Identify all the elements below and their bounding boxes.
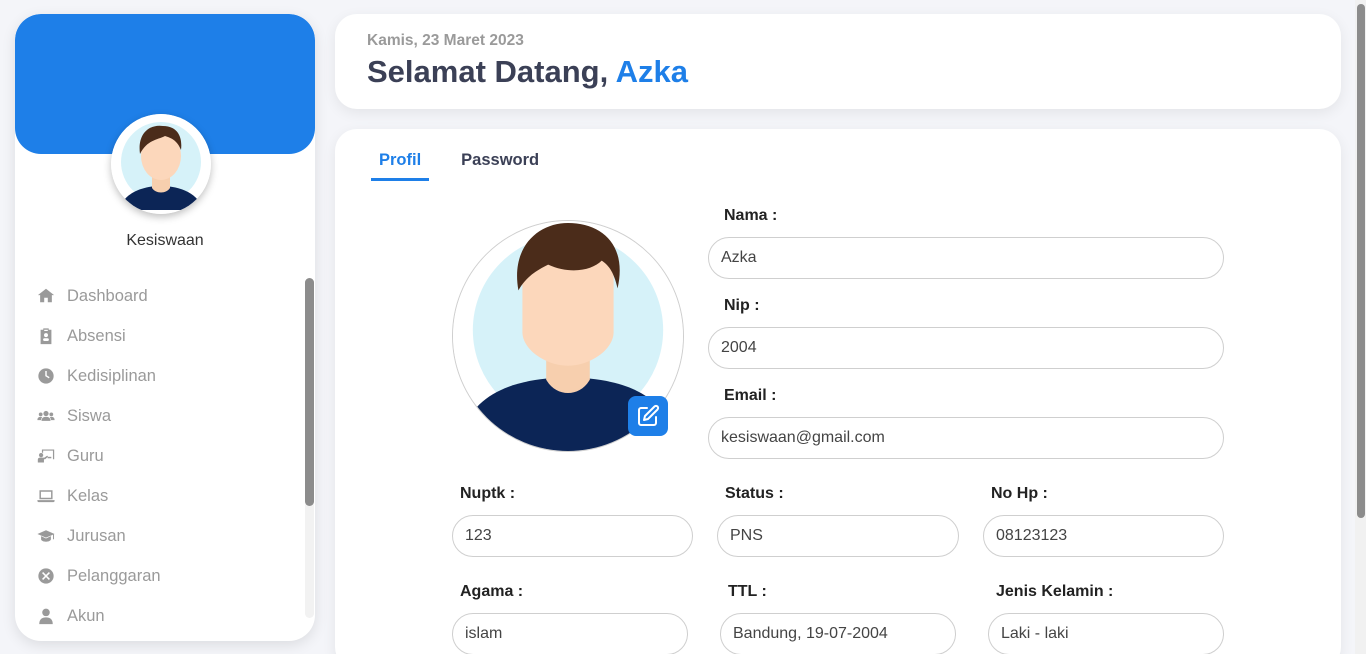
home-icon bbox=[37, 288, 55, 303]
page-title: Selamat Datang, Azka bbox=[367, 54, 688, 90]
profile-card: Profil Password Nama : Nip : Email : Nup… bbox=[335, 129, 1341, 654]
sidebar-item-label: Dashboard bbox=[67, 286, 148, 305]
jenis-kelamin-field[interactable] bbox=[988, 613, 1224, 654]
nama-label: Nama : bbox=[724, 207, 778, 224]
avatar-illustration-icon bbox=[111, 114, 211, 214]
header-date: Kamis, 23 Maret 2023 bbox=[367, 32, 524, 49]
ttl-label: TTL : bbox=[728, 583, 767, 600]
graduation-cap-icon bbox=[37, 530, 55, 542]
nama-field[interactable] bbox=[708, 237, 1224, 279]
sidebar-item-label: Pelanggaran bbox=[67, 566, 161, 585]
users-icon bbox=[37, 410, 55, 421]
sidebar-item-kelas[interactable]: Kelas bbox=[37, 476, 297, 516]
status-label: Status : bbox=[725, 485, 784, 502]
welcome-header: Kamis, 23 Maret 2023 Selamat Datang, Azk… bbox=[335, 14, 1341, 109]
sidebar-scrollbar-thumb[interactable] bbox=[305, 278, 314, 506]
sidebar-item-absensi[interactable]: Absensi bbox=[37, 316, 297, 356]
x-circle-icon bbox=[38, 568, 54, 584]
nohp-label: No Hp : bbox=[991, 485, 1048, 502]
agama-label: Agama : bbox=[460, 583, 524, 600]
nuptk-label: Nuptk : bbox=[460, 485, 516, 502]
sidebar-item-pelanggaran[interactable]: Pelanggaran bbox=[37, 556, 297, 596]
sidebar-item-kedisiplinan[interactable]: Kedisiplinan bbox=[37, 356, 297, 396]
edit-icon bbox=[638, 404, 660, 426]
nuptk-field[interactable] bbox=[452, 515, 693, 557]
page-scrollbar-thumb[interactable] bbox=[1357, 4, 1365, 518]
email-label: Email : bbox=[724, 387, 777, 404]
sidebar: Kesiswaan Dashboard Absensi Kedisiplinan… bbox=[15, 14, 315, 641]
sidebar-item-siswa[interactable]: Siswa bbox=[37, 396, 297, 436]
status-field[interactable] bbox=[717, 515, 959, 557]
agama-field[interactable] bbox=[452, 613, 688, 654]
greeting-text: Selamat Datang, bbox=[367, 54, 609, 89]
jenis-kelamin-label: Jenis Kelamin : bbox=[996, 583, 1114, 600]
sidebar-item-guru[interactable]: Guru bbox=[37, 436, 297, 476]
sidebar-menu: Dashboard Absensi Kedisiplinan Siswa Gur… bbox=[37, 276, 297, 636]
user-icon bbox=[39, 608, 53, 625]
chalkboard-teacher-icon bbox=[37, 449, 55, 463]
ttl-field[interactable] bbox=[720, 613, 956, 654]
nip-label: Nip : bbox=[724, 297, 760, 314]
sidebar-item-label: Kelas bbox=[67, 486, 109, 505]
sidebar-item-jurusan[interactable]: Jurusan bbox=[37, 516, 297, 556]
sidebar-role: Kesiswaan bbox=[126, 232, 204, 249]
sidebar-item-label: Absensi bbox=[67, 326, 126, 345]
sidebar-item-label: Guru bbox=[67, 446, 104, 465]
edit-photo-button[interactable] bbox=[628, 396, 668, 436]
clipboard-icon bbox=[40, 328, 52, 345]
clock-icon bbox=[38, 368, 54, 384]
avatar bbox=[111, 114, 211, 214]
sidebar-item-dashboard[interactable]: Dashboard bbox=[37, 276, 297, 316]
tab-profil[interactable]: Profil bbox=[371, 151, 430, 181]
user-name: Azka bbox=[615, 54, 689, 89]
sidebar-item-akun[interactable]: Akun bbox=[37, 596, 297, 636]
profile-tabs: Profil Password bbox=[371, 151, 571, 181]
sidebar-item-label: Kedisiplinan bbox=[67, 366, 156, 385]
sidebar-item-label: Akun bbox=[67, 606, 105, 625]
tab-password[interactable]: Password bbox=[453, 151, 547, 181]
nip-field[interactable] bbox=[708, 327, 1224, 369]
nohp-field[interactable] bbox=[983, 515, 1224, 557]
email-field[interactable] bbox=[708, 417, 1224, 459]
laptop-icon bbox=[37, 490, 55, 503]
sidebar-item-label: Jurusan bbox=[67, 526, 126, 545]
sidebar-item-label: Siswa bbox=[67, 406, 112, 425]
